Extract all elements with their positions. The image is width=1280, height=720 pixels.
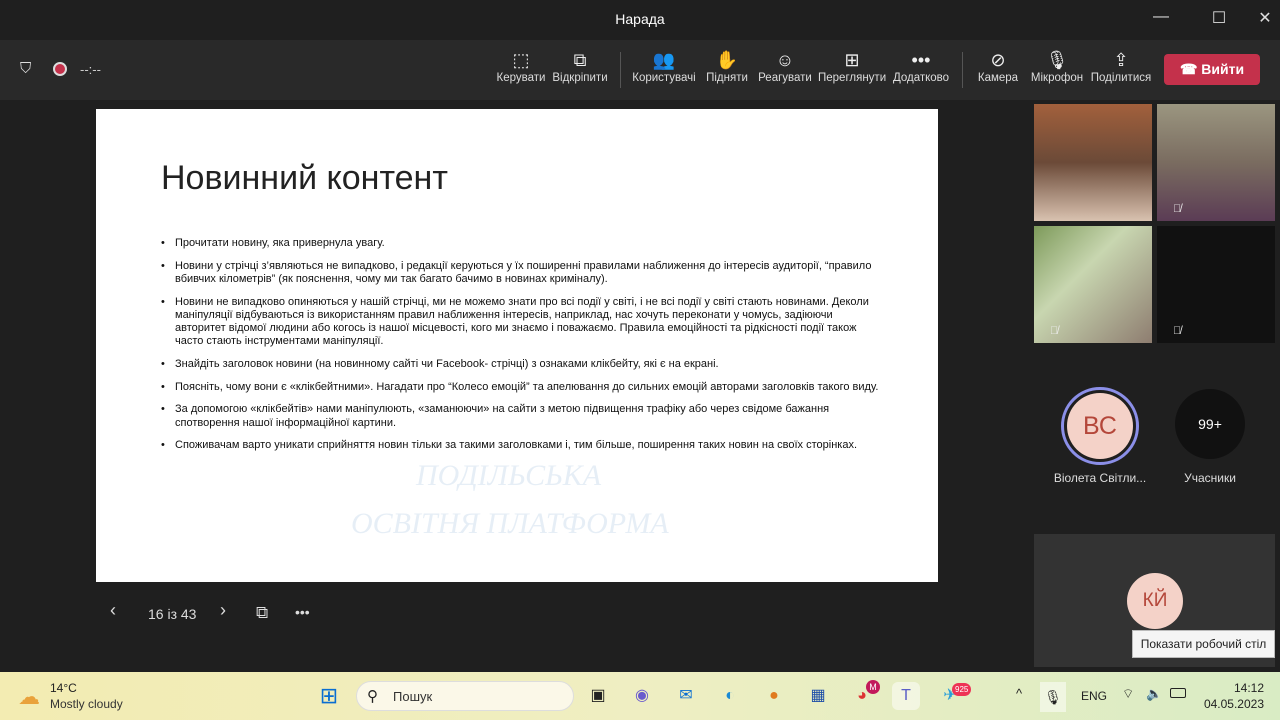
label: Відкріпити — [552, 72, 608, 84]
popout-button[interactable]: ⧉ Відкріпити — [552, 48, 608, 84]
volume-icon[interactable]: 🔈 — [1146, 686, 1162, 702]
close-button[interactable]: ✕ — [1250, 8, 1280, 32]
mic-button[interactable]: 🎙 Мікрофон — [1028, 48, 1086, 84]
video-tile[interactable] — [1034, 104, 1152, 221]
teams-icon[interactable]: T — [892, 682, 920, 710]
watermark-line: ПОДІЛЬСЬКА — [416, 459, 602, 492]
avatar-initials: ВС — [1067, 393, 1133, 459]
mail-icon[interactable]: ✉ — [672, 682, 700, 710]
raise-hand-button[interactable]: ✋ Підняти — [704, 48, 750, 84]
people-button[interactable]: 👥 Користувачі — [632, 48, 696, 84]
view-icon: ⊞ — [844, 50, 860, 70]
control-icon: ⬚ — [512, 50, 530, 70]
mic-muted-icon[interactable]: 🎙 — [1040, 682, 1066, 712]
start-button[interactable]: ⊞ — [315, 682, 343, 710]
label: Поділитися — [1090, 72, 1152, 84]
participant-name: Віолета Світли... — [1053, 471, 1147, 485]
task-view-icon[interactable]: ▣ — [584, 682, 612, 710]
shared-slide: ПОДІЛЬСЬКА ОСВІТНЯ ПЛАТФОРМА Новинний ко… — [96, 109, 938, 582]
mic-off-icon: 🎙̸ — [1050, 325, 1059, 337]
leave-label: Вийти — [1201, 61, 1245, 77]
weather-temp[interactable]: 14°C — [50, 681, 77, 695]
bullet: Споживачам варто уникати сприйняття нови… — [161, 439, 881, 452]
maximize-button[interactable]: ☐ — [1204, 8, 1234, 32]
minimize-button[interactable]: — — [1146, 8, 1176, 32]
people-icon: 👥 — [652, 50, 676, 70]
avatar-bc[interactable]: ВС — [1061, 387, 1139, 465]
tray-chevron-icon[interactable]: ^ — [1016, 686, 1022, 701]
wifi-icon[interactable]: ⌔ — [1122, 686, 1134, 702]
smiley-icon: ☺ — [775, 50, 795, 70]
video-tile[interactable]: 🎙̸ — [1034, 226, 1152, 343]
weather-icon[interactable]: ☁ — [18, 684, 40, 710]
shield-icon: ⛉ — [20, 60, 32, 77]
label: Реагувати — [758, 72, 812, 84]
video-tile[interactable]: 🎙̸ — [1157, 104, 1275, 221]
mic-off-icon: 🎙̸ — [1173, 325, 1182, 337]
bullet: За допомогою «клікбейтів» нами маніпулюю… — [161, 403, 881, 429]
label: Додатково — [892, 72, 950, 84]
divider — [620, 52, 621, 88]
camera-off-icon: ⊘ — [990, 50, 1006, 70]
camera-button[interactable]: ⊘ Камера — [976, 48, 1020, 84]
label: Мікрофон — [1030, 72, 1084, 84]
language-indicator[interactable]: ENG — [1081, 689, 1107, 703]
more-icon: ••• — [911, 50, 931, 70]
clipchamp-icon[interactable]: ◉ — [628, 682, 656, 710]
video-tile[interactable]: 🎙̸ — [1157, 226, 1275, 343]
battery-icon[interactable] — [1170, 688, 1186, 698]
label: Переглянути — [818, 72, 887, 84]
search-icon: ⚲ — [367, 688, 378, 705]
leave-button[interactable]: ☎ Вийти — [1164, 54, 1260, 85]
popout-icon: ⧉ — [573, 50, 587, 70]
slide-more-button[interactable]: ••• — [295, 604, 310, 620]
chrome-badge: M — [866, 680, 880, 694]
label: Камера — [977, 72, 1019, 84]
bullet: Новини у стрічці з’являються не випадков… — [161, 260, 881, 286]
label: Користувачі — [632, 72, 696, 84]
slide-counter: 16 із 43 — [148, 606, 197, 622]
mic-off-icon: 🎙 — [1045, 50, 1069, 70]
prev-slide-button[interactable]: ‹ — [110, 600, 116, 621]
phone-icon: ☎ — [1179, 61, 1202, 77]
next-slide-button[interactable]: › — [220, 600, 226, 621]
telegram-badge: 925 — [952, 683, 972, 696]
record-icon — [53, 62, 67, 76]
clock-date[interactable]: 04.05.2023 — [1200, 697, 1264, 711]
react-button[interactable]: ☺ Реагувати — [758, 48, 812, 84]
mic-off-icon: 🎙̸ — [1173, 203, 1182, 215]
edge-icon[interactable]: ◐ — [716, 682, 744, 710]
store-icon[interactable]: ▦ — [804, 682, 832, 710]
more-button[interactable]: ••• Додатково — [892, 48, 950, 84]
label: Керувати — [496, 72, 546, 84]
browser-icon[interactable]: ● — [760, 682, 788, 710]
view-button[interactable]: ⊞ Переглянути — [818, 48, 886, 84]
bullet: Поясніть, чому вони є «клікбейтними». На… — [161, 381, 881, 394]
participants-label: Учасники — [1184, 471, 1236, 485]
window-title: Нарада — [615, 11, 665, 27]
bullet: Прочитати новину, яка привернула увагу. — [161, 237, 881, 250]
slides-grid-icon[interactable]: ⧉ — [256, 603, 268, 623]
search-placeholder: Пошук — [393, 689, 433, 704]
share-icon: ⇪ — [1113, 50, 1129, 70]
meeting-timer: --:-- — [80, 62, 101, 77]
bullet: Новини не випадково опиняються у нашій с… — [161, 296, 881, 349]
avatar-ky: КЙ — [1127, 573, 1183, 629]
clock-time[interactable]: 14:12 — [1224, 681, 1264, 695]
tooltip: Показати робочий стіл — [1132, 630, 1275, 658]
label: Підняти — [706, 72, 748, 84]
watermark-line: ОСВІТНЯ ПЛАТФОРМА — [351, 507, 669, 540]
weather-desc[interactable]: Mostly cloudy — [50, 697, 123, 711]
divider — [962, 52, 963, 88]
hand-icon: ✋ — [715, 50, 739, 70]
participants-count[interactable]: 99+ — [1175, 389, 1245, 459]
slide-title: Новинний контент — [161, 159, 448, 197]
bullet: Знайдіть заголовок новини (на новинному … — [161, 358, 881, 371]
control-button[interactable]: ⬚ Керувати — [496, 48, 546, 84]
search-box[interactable]: ⚲ Пошук — [356, 681, 574, 711]
slide-bullets: Прочитати новину, яка привернула увагу. … — [161, 237, 881, 462]
share-button[interactable]: ⇪ Поділитися — [1090, 48, 1152, 84]
